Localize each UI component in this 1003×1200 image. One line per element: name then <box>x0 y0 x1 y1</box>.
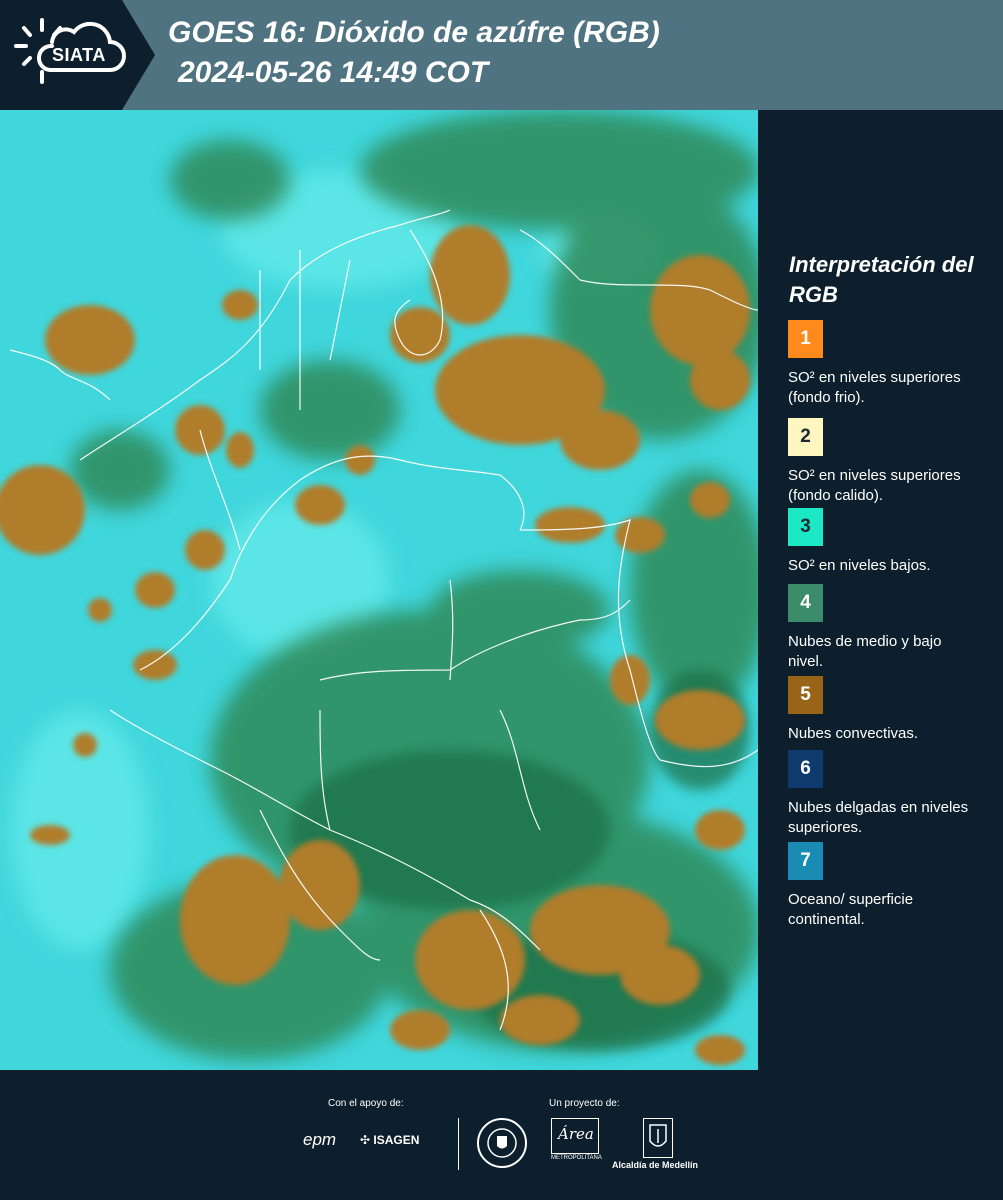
legend-title: Interpretación del RGB <box>789 252 974 307</box>
timestamp: 2024-05-26 14:49 COT <box>178 56 489 89</box>
legend-description: Nubes de medio y bajo nivel. <box>788 633 942 670</box>
legend-swatch: 4 <box>788 584 823 622</box>
isagen-logo: ✣ ISAGEN <box>360 1133 419 1147</box>
seal-icon <box>487 1128 517 1158</box>
shield-icon <box>649 1124 667 1147</box>
siata-logo: SIATA <box>0 0 155 110</box>
footer-divider <box>458 1118 459 1170</box>
so2-rgb-image <box>0 110 758 1070</box>
legend-swatch: 7 <box>788 842 823 880</box>
area-metropolitana-logo: Área METROPOLITANA <box>551 1118 602 1168</box>
epm-logo: epm <box>303 1130 337 1149</box>
area-logo-subtext: METROPOLITANA <box>551 1155 602 1161</box>
legend-item-4: 4 Nubes de medio y bajo nivel. <box>788 584 988 672</box>
legend-swatch: 2 <box>788 418 823 456</box>
legend-description: SO² en niveles superiores (fondo frio). <box>788 369 961 406</box>
page-title: GOES 16: Dióxido de azúfre (RGB) <box>168 16 660 49</box>
area-logo-text: Área <box>558 1125 594 1143</box>
legend-panel: Interpretación del RGB 1 SO² en niveles … <box>758 110 1003 1070</box>
legend-item-2: 2 SO² en niveles superiores (fondo calid… <box>788 418 988 520</box>
siata-logo-text: SIATA <box>52 45 106 65</box>
support-label: Con el apoyo de: <box>328 1098 404 1109</box>
isagen-icon: ✣ <box>360 1133 371 1147</box>
alcaldia-shield-icon <box>643 1118 673 1158</box>
legend-description: SO² en niveles bajos. <box>788 557 931 574</box>
legend-item-6: 6 Nubes delgadas en niveles superiores. <box>788 750 988 838</box>
area-logo-box: Área <box>551 1118 599 1154</box>
legend-item-3: 3 SO² en niveles bajos. <box>788 508 988 576</box>
legend-description: Oceano/ superficie continental. <box>788 891 914 928</box>
legend-description: Nubes convectivas. <box>788 725 919 742</box>
legend-description: Nubes delgadas en niveles superiores. <box>788 799 969 836</box>
legend-item-1: 1 SO² en niveles superiores (fondo frio)… <box>788 320 988 408</box>
legend-swatch: 1 <box>788 320 823 358</box>
footer: Con el apoyo de: Un proyecto de: epm ✣ I… <box>0 1070 1003 1200</box>
legend-swatch: 3 <box>788 508 823 546</box>
isagen-logo-text: ISAGEN <box>373 1133 420 1147</box>
project-label: Un proyecto de: <box>549 1098 620 1109</box>
legend-item-5: 5 Nubes convectivas. <box>788 676 988 744</box>
legend-item-7: 7 Oceano/ superficie continental. <box>788 842 988 930</box>
legend-swatch: 5 <box>788 676 823 714</box>
medellin-seal-logo <box>477 1118 527 1168</box>
header-bar: SIATA GOES 16: Dióxido de azúfre (RGB) 2… <box>0 0 1003 110</box>
legend-swatch: 6 <box>788 750 823 788</box>
alcaldia-logo-text: Alcaldía de Medellín <box>612 1160 699 1170</box>
satellite-map <box>0 110 758 1070</box>
